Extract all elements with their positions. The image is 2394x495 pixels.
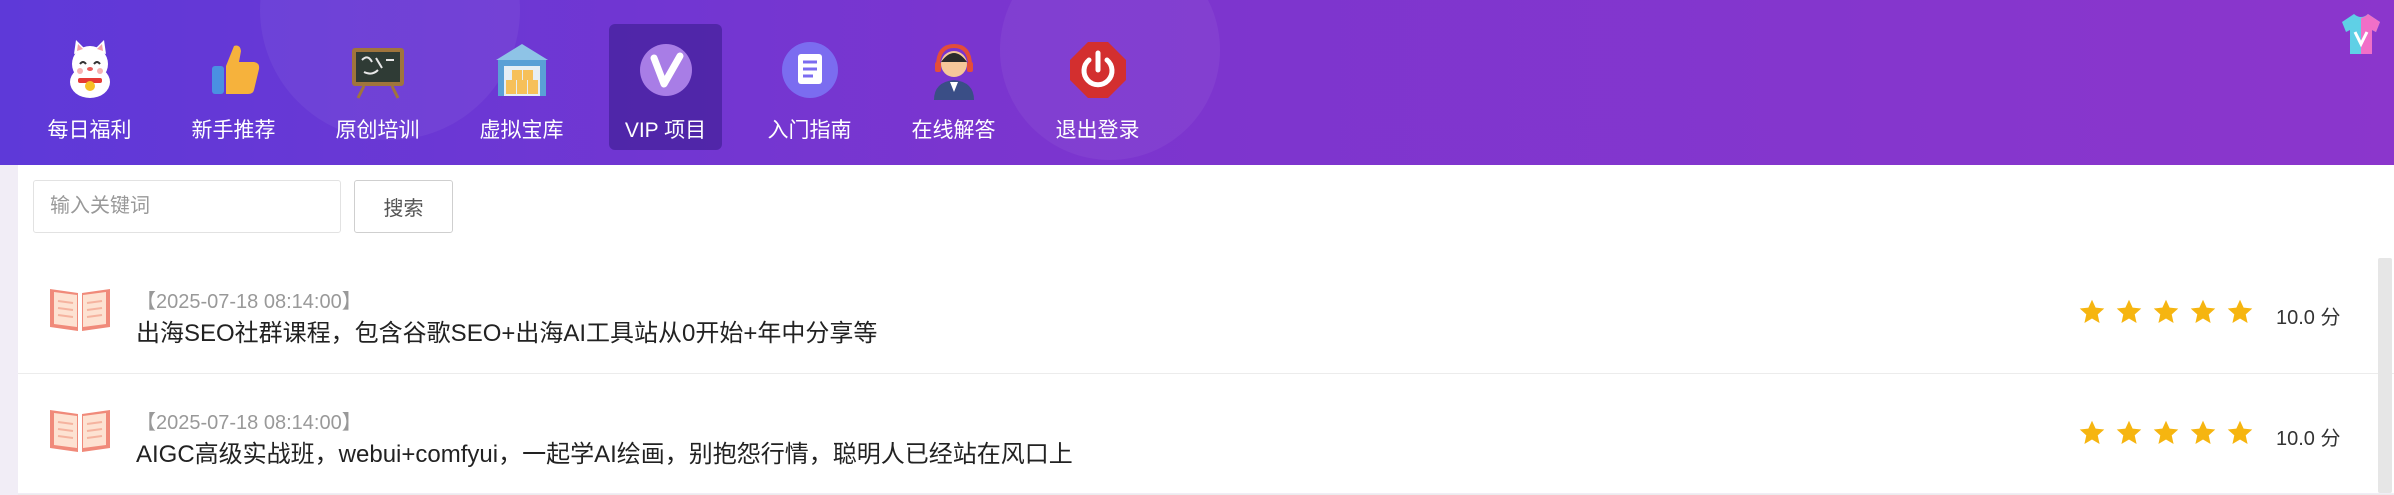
nav-item-getting-started-guide[interactable]: 入门指南 xyxy=(753,24,866,150)
item-date: 【2025-07-18 08:14:00】 xyxy=(136,412,362,434)
star-icon xyxy=(2116,420,2142,444)
nav-label: 新手推荐 xyxy=(191,119,276,142)
nav-item-daily-welfare[interactable]: 每日福利 xyxy=(33,24,146,150)
nav-label: 在线解答 xyxy=(911,119,996,142)
item-score: 10.0 分 xyxy=(2276,307,2341,329)
nav-label: 入门指南 xyxy=(767,119,852,142)
power-icon xyxy=(1069,42,1126,98)
star-icon xyxy=(2079,299,2105,323)
rating-stars xyxy=(2078,419,2263,447)
nav-label: VIP 项目 xyxy=(624,119,707,142)
search-button[interactable]: 搜索 xyxy=(354,180,453,233)
rating-stars xyxy=(2078,298,2263,326)
nav-item-beginner-recommend[interactable]: 新手推荐 xyxy=(177,24,290,150)
warehouse-icon xyxy=(495,44,548,96)
list-item[interactable]: 【2025-07-18 08:14:00】 出海SEO社群课程，包含谷歌SEO+… xyxy=(18,253,2394,374)
item-title[interactable]: 出海SEO社群课程，包含谷歌SEO+出海AI工具站从0开始+年中分享等 xyxy=(136,313,877,348)
lucky-cat-icon xyxy=(69,40,110,98)
star-icon xyxy=(2153,420,2179,444)
star-icon xyxy=(2190,420,2216,444)
vip-badge-icon xyxy=(639,44,692,96)
item-title[interactable]: AIGC高级实战班，webui+comfyui，一起学AI绘画，别抱怨行情，聪明… xyxy=(136,434,1073,469)
nav-label: 每日福利 xyxy=(47,119,132,142)
item-score: 10.0 分 xyxy=(2276,428,2341,450)
nav-label: 虚拟宝库 xyxy=(479,119,564,142)
nav-item-vip-project[interactable]: VIP 项目 xyxy=(609,24,722,150)
nav-label: 退出登录 xyxy=(1055,119,1140,142)
item-date: 【2025-07-18 08:14:00】 xyxy=(136,291,362,313)
top-navigation-bar: 每日福利 新手推荐 原创培训 虚拟宝库 VIP 项目 入门指南 在线解答 退出登… xyxy=(0,0,2394,165)
star-icon xyxy=(2116,299,2142,323)
star-icon xyxy=(2227,299,2253,323)
skin-theme-icon[interactable] xyxy=(2338,12,2384,56)
star-icon xyxy=(2079,420,2105,444)
support-agent-icon xyxy=(933,43,974,100)
nav-item-original-training[interactable]: 原创培训 xyxy=(321,24,434,150)
list-item[interactable]: 【2025-07-18 08:14:00】 AIGC高级实战班，webui+co… xyxy=(18,374,2394,495)
search-input[interactable] xyxy=(33,180,341,233)
nav-item-virtual-treasury[interactable]: 虚拟宝库 xyxy=(465,24,578,150)
star-icon xyxy=(2153,299,2179,323)
nav-label: 原创培训 xyxy=(335,119,420,142)
chalkboard-icon xyxy=(351,48,404,99)
nav-item-logout[interactable]: 退出登录 xyxy=(1041,24,1154,150)
star-icon xyxy=(2190,299,2216,323)
star-icon xyxy=(2227,420,2253,444)
course-list: 【2025-07-18 08:14:00】 出海SEO社群课程，包含谷歌SEO+… xyxy=(18,253,2394,495)
open-book-icon xyxy=(50,410,110,452)
thumbs-up-icon xyxy=(211,45,259,94)
nav-item-online-answers[interactable]: 在线解答 xyxy=(897,24,1010,150)
main-nav: 每日福利 新手推荐 原创培训 虚拟宝库 VIP 项目 入门指南 在线解答 退出登… xyxy=(33,24,1185,150)
vertical-scrollbar[interactable] xyxy=(2378,258,2392,493)
open-book-icon xyxy=(50,289,110,331)
document-icon xyxy=(781,42,838,98)
content-panel: 搜索 【2025-07-18 08:14:00】 出海SEO社群课程，包含谷歌S… xyxy=(18,165,2394,495)
